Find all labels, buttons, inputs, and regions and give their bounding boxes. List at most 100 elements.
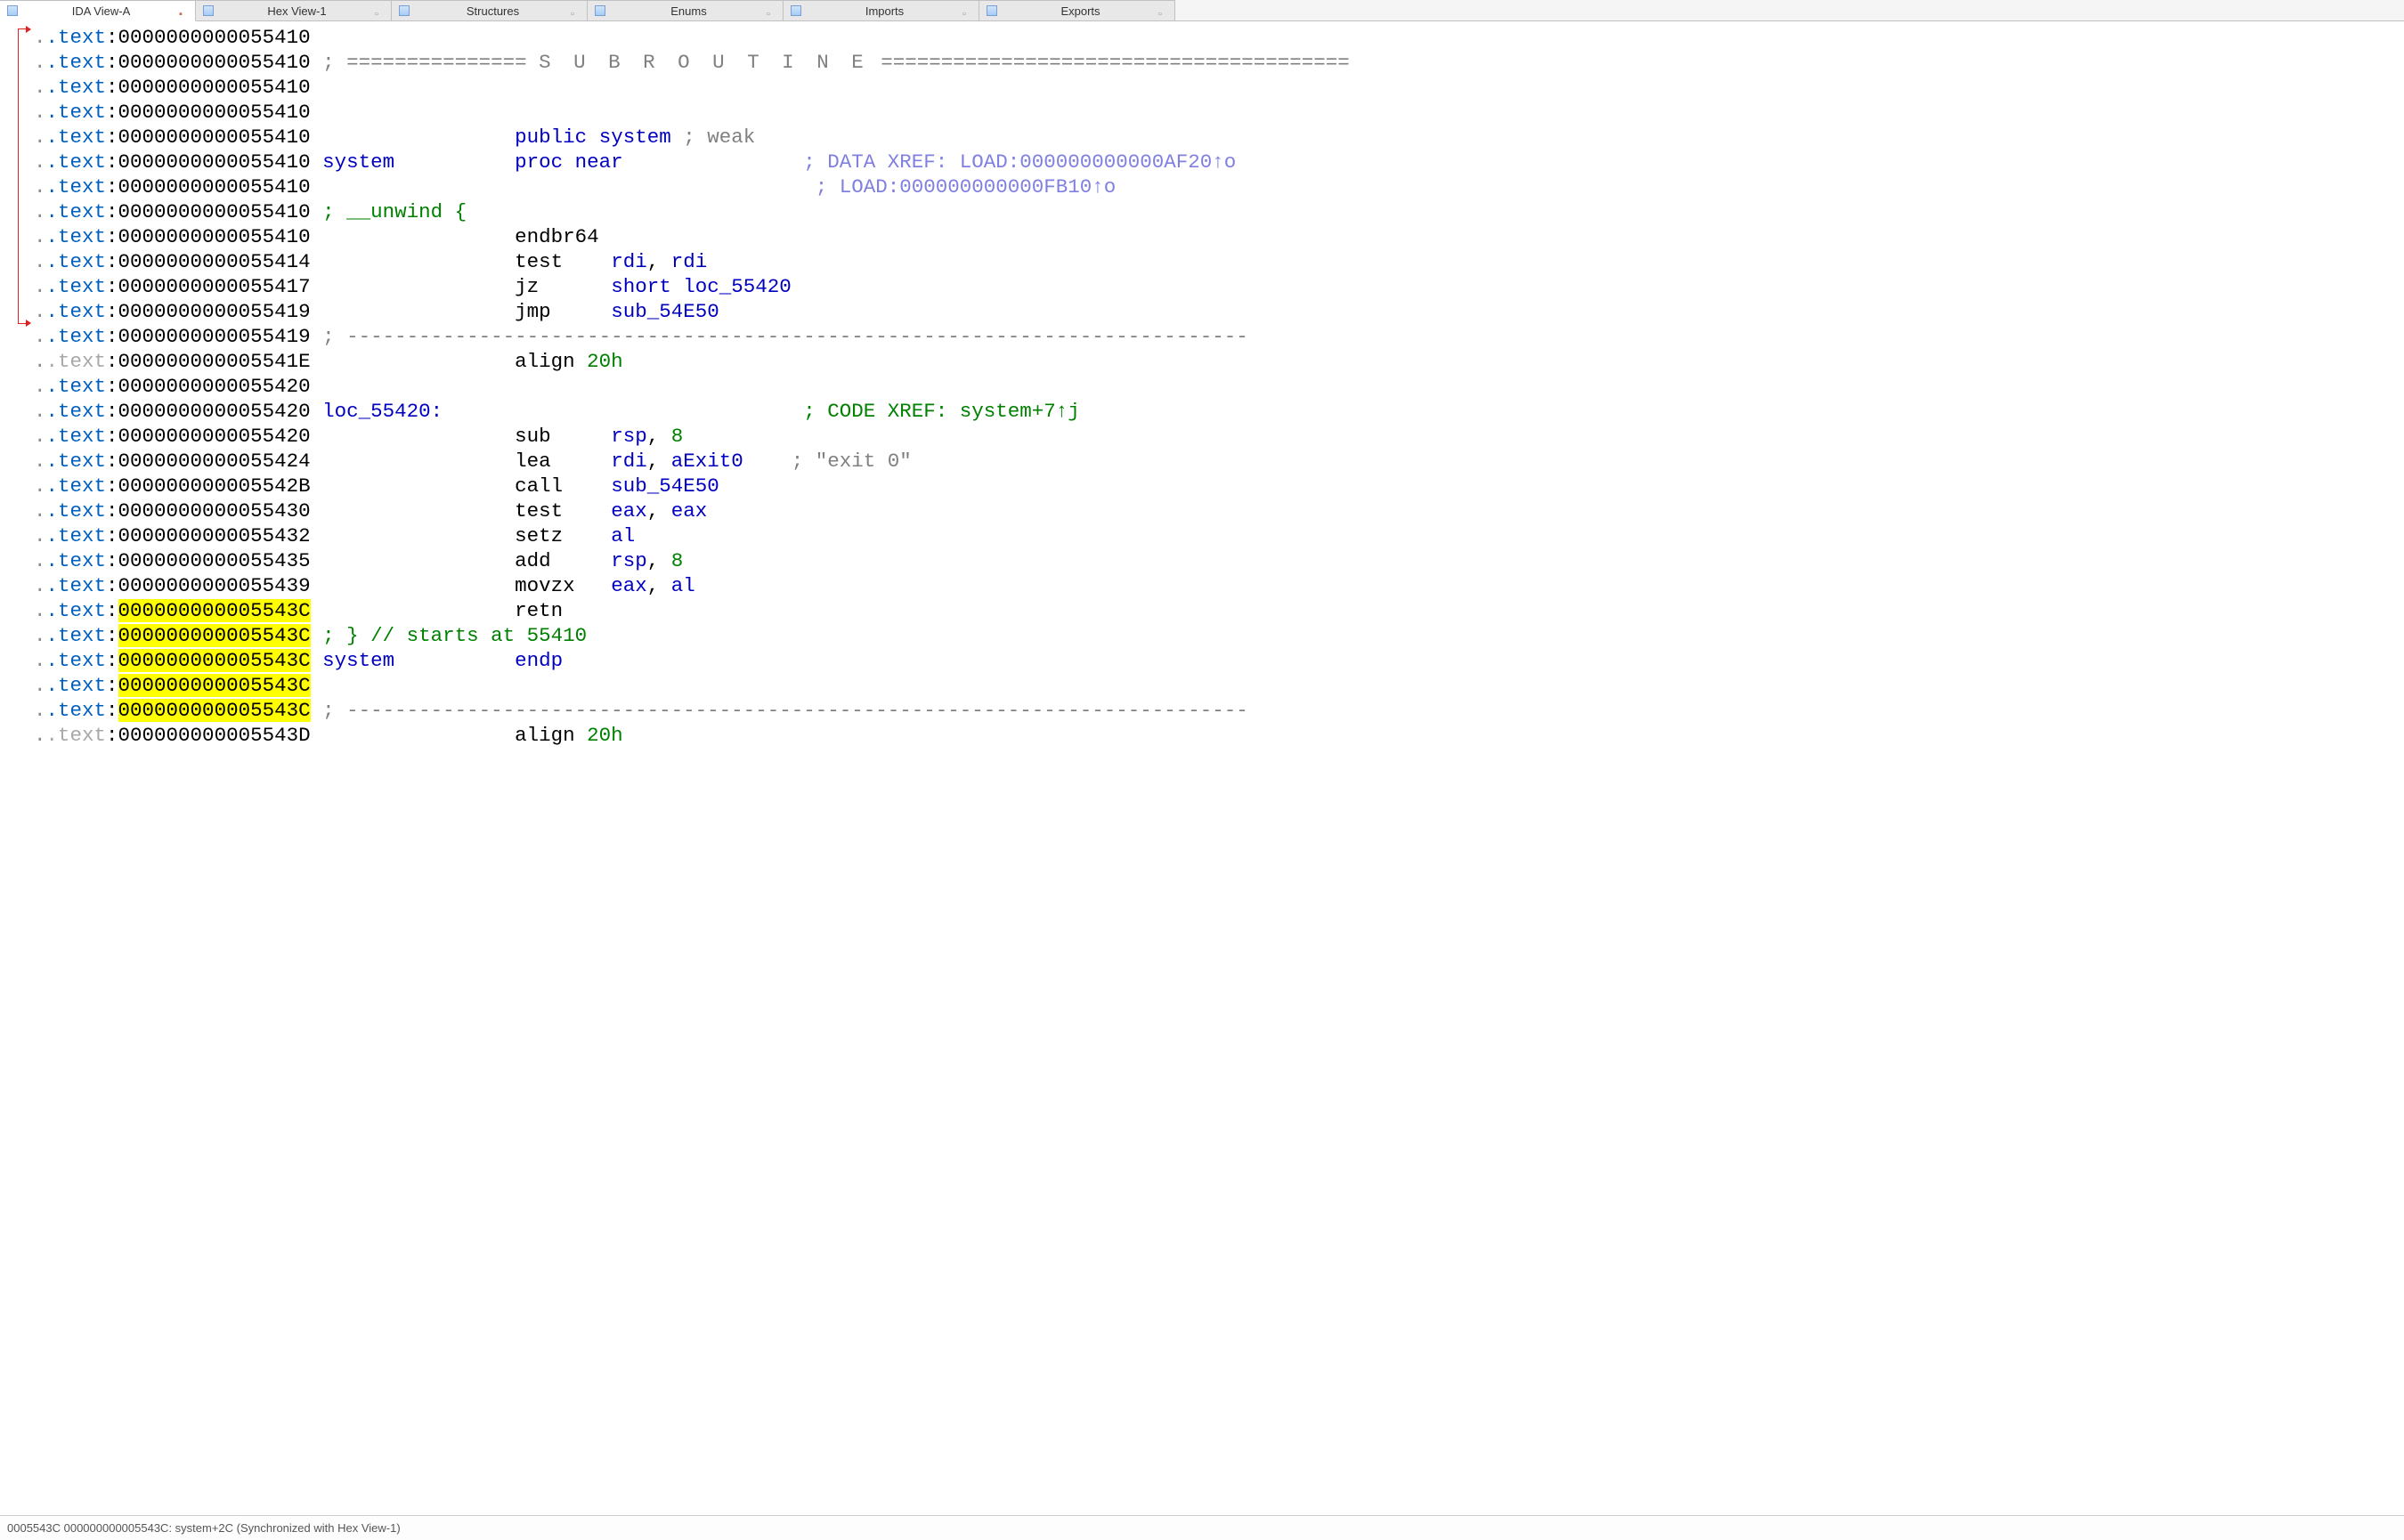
token: [322, 425, 515, 448]
dot: .: [34, 425, 46, 448]
disassembly-view[interactable]: ..text:0000000000055410 ..text:000000000…: [0, 21, 2404, 1515]
token: =======================================: [869, 51, 1350, 74]
asm-line[interactable]: ..text:0000000000055410: [34, 100, 2404, 125]
dot: .: [34, 26, 46, 49]
address: 0000000000055432: [118, 524, 311, 547]
token: [322, 225, 515, 248]
token: system: [322, 150, 394, 174]
colon: :: [106, 250, 118, 273]
dot: .: [34, 524, 46, 547]
token: [587, 126, 599, 149]
tab-hex-view-1[interactable]: Hex View-1: [196, 0, 392, 20]
token: 8: [671, 549, 684, 572]
asm-line[interactable]: ..text:0000000000055432 setz al: [34, 523, 2404, 548]
asm-line[interactable]: ..text:0000000000055410: [34, 25, 2404, 50]
tab-enums[interactable]: Enums: [588, 0, 784, 20]
token: ,: [647, 425, 671, 448]
token: [394, 150, 515, 174]
asm-line[interactable]: ..text:000000000005543D align 20h: [34, 723, 2404, 748]
close-icon[interactable]: [179, 6, 188, 15]
asm-line[interactable]: ..text:0000000000055424 lea rdi, aExit0 …: [34, 449, 2404, 474]
status-bar: 0005543C 000000000005543C: system+2C (Sy…: [0, 1515, 2404, 1540]
colon: :: [106, 549, 118, 572]
token: ,: [647, 549, 671, 572]
colon: :: [106, 51, 118, 74]
token: [322, 599, 515, 622]
asm-line[interactable]: ..text:0000000000055410 endbr64: [34, 224, 2404, 249]
segment-name: .text: [46, 425, 107, 448]
close-icon[interactable]: [571, 6, 580, 15]
close-icon[interactable]: [375, 6, 384, 15]
tab-exports[interactable]: Exports: [979, 0, 1175, 20]
token: rsp: [611, 549, 647, 572]
colon: :: [106, 101, 118, 124]
jump-arrow: [18, 28, 30, 324]
asm-line[interactable]: ..text:0000000000055410: [34, 75, 2404, 100]
asm-line[interactable]: ..text:0000000000055417 jz short loc_554…: [34, 274, 2404, 299]
asm-line[interactable]: ..text:0000000000055420 sub rsp, 8: [34, 424, 2404, 449]
tab-icon: [203, 5, 214, 16]
address: 0000000000055435: [118, 549, 311, 572]
asm-line[interactable]: ..text:000000000005543C: [34, 673, 2404, 698]
close-icon[interactable]: [767, 6, 776, 15]
asm-line[interactable]: ..text:0000000000055439 movzx eax, al: [34, 573, 2404, 598]
asm-line[interactable]: ..text:000000000005543C ; --------------…: [34, 698, 2404, 723]
tab-imports[interactable]: Imports: [784, 0, 979, 20]
close-icon[interactable]: [1158, 6, 1167, 15]
token: [322, 250, 515, 273]
colon: :: [106, 499, 118, 523]
token: align: [515, 724, 587, 747]
colon: :: [106, 624, 118, 647]
asm-line[interactable]: ..text:0000000000055430 test eax, eax: [34, 498, 2404, 523]
token: ,: [647, 450, 671, 473]
asm-line[interactable]: ..text:0000000000055410 system proc near…: [34, 150, 2404, 174]
asm-line[interactable]: ..text:0000000000055410 public system ; …: [34, 125, 2404, 150]
address: 000000000005542B: [118, 474, 311, 498]
colon: :: [106, 400, 118, 423]
asm-line[interactable]: ..text:0000000000055419 ; --------------…: [34, 324, 2404, 349]
asm-line[interactable]: ..text:000000000005543C ; } // starts at…: [34, 623, 2404, 648]
asm-line[interactable]: ..text:0000000000055414 test rdi, rdi: [34, 249, 2404, 274]
token: ; --------------------------------------…: [322, 699, 1248, 722]
asm-line[interactable]: ..text:0000000000055420 loc_55420: ; COD…: [34, 399, 2404, 424]
segment-name: .text: [46, 250, 107, 273]
token: eax: [611, 499, 647, 523]
token: test: [515, 250, 611, 273]
segment-name: .text: [46, 624, 107, 647]
asm-line[interactable]: ..text:0000000000055435 add rsp, 8: [34, 548, 2404, 573]
close-icon[interactable]: [962, 6, 971, 15]
colon: :: [106, 649, 118, 672]
dot: .: [34, 275, 46, 298]
segment-name: .text: [46, 225, 107, 248]
asm-line[interactable]: ..text:0000000000055410 ; __unwind {: [34, 199, 2404, 224]
colon: :: [106, 599, 118, 622]
token: [322, 499, 515, 523]
token: 20h: [587, 350, 623, 373]
tab-icon: [399, 5, 410, 16]
asm-line[interactable]: ..text:000000000005543C system endp: [34, 648, 2404, 673]
address: 0000000000055420: [118, 425, 311, 448]
code-listing[interactable]: ..text:0000000000055410 ..text:000000000…: [34, 21, 2404, 1515]
colon: :: [106, 325, 118, 348]
dot: .: [34, 150, 46, 174]
address: 0000000000055420: [118, 375, 311, 398]
token: 20h: [587, 724, 623, 747]
asm-line[interactable]: ..text:0000000000055419 jmp sub_54E50: [34, 299, 2404, 324]
asm-line[interactable]: ..text:000000000005543C retn: [34, 598, 2404, 623]
dot: .: [34, 624, 46, 647]
token: add: [515, 549, 611, 572]
token: 8: [671, 425, 684, 448]
asm-line[interactable]: ..text:0000000000055420: [34, 374, 2404, 399]
tab-ida-view-a[interactable]: IDA View-A: [0, 0, 196, 21]
colon: :: [106, 450, 118, 473]
segment-name: .text: [46, 101, 107, 124]
colon: :: [106, 474, 118, 498]
asm-line[interactable]: ..text:000000000005541E align 20h: [34, 349, 2404, 374]
tab-structures[interactable]: Structures: [392, 0, 588, 20]
asm-line[interactable]: ..text:000000000005542B call sub_54E50: [34, 474, 2404, 498]
asm-line[interactable]: ..text:0000000000055410 ; LOAD:000000000…: [34, 174, 2404, 199]
asm-line[interactable]: ..text:0000000000055410 ; ==============…: [34, 50, 2404, 75]
token: ; weak: [671, 126, 756, 149]
token: ; "exit 0": [792, 450, 912, 473]
address: 0000000000055410: [118, 76, 311, 99]
